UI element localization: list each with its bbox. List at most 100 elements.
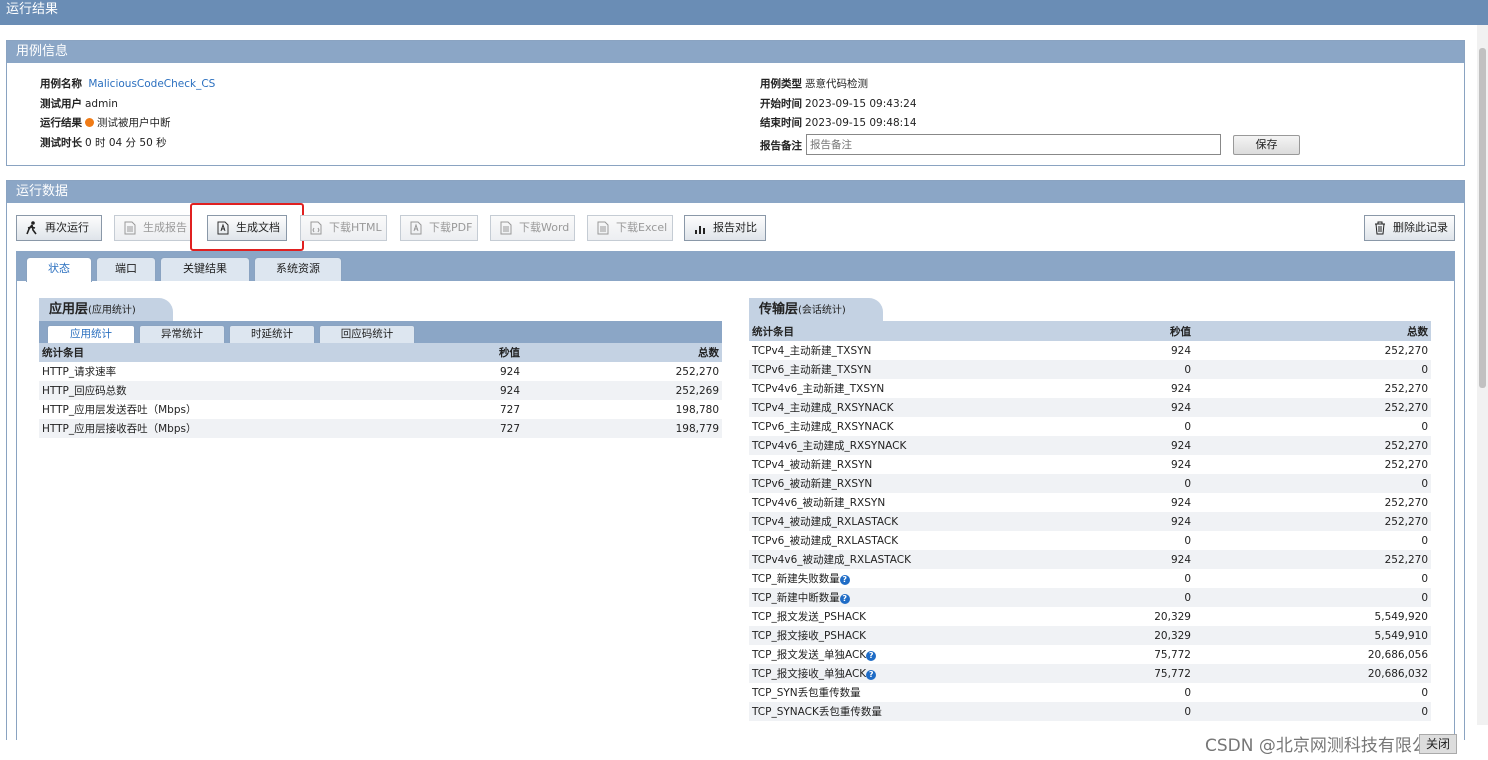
- table-cell: HTTP_应用层发送吞吐（Mbps）: [39, 400, 469, 419]
- delete-record-label: 删除此记录: [1393, 221, 1448, 234]
- table-row: TCPv4_被动建成_RXLASTACK 924 252,270: [749, 512, 1431, 531]
- row-item-name: HTTP_应用层发送吞吐（Mbps）: [42, 404, 197, 416]
- transport-layer-title: 传输层(会话统计): [749, 298, 883, 322]
- download-excel-label: 下载Excel: [616, 221, 668, 234]
- tab-port[interactable]: 端口: [96, 257, 156, 281]
- table-row: TCPv4_主动新建_TXSYN 924 252,270: [749, 341, 1431, 360]
- row-total-value: 20,686,032: [1367, 667, 1428, 680]
- trash-icon: [1375, 221, 1385, 235]
- row-total-value: 252,269: [675, 384, 719, 397]
- delete-record-button[interactable]: 删除此记录: [1364, 215, 1455, 241]
- app-layer-title-text: 应用层: [49, 302, 89, 317]
- compare-button[interactable]: 报告对比: [684, 215, 766, 241]
- row-item-name: TCP_报文发送_PSHACK: [752, 611, 867, 623]
- case-type-row: 用例类型 恶意代码检测: [760, 76, 868, 91]
- table-cell: 0: [1139, 417, 1194, 436]
- row-total-value: 5,549,920: [1374, 610, 1428, 623]
- case-name-link[interactable]: MaliciousCodeCheck_CS: [88, 78, 215, 90]
- word-file-icon: [500, 221, 512, 235]
- run-result-value: 测试被用户中断: [97, 117, 171, 129]
- row-item-name: HTTP_请求速率: [42, 366, 117, 378]
- subtab-app-stats[interactable]: 应用统计: [47, 325, 135, 343]
- row-total-value: 198,779: [675, 422, 719, 435]
- help-icon[interactable]: ?: [839, 594, 850, 604]
- download-pdf-button[interactable]: 下载PDF: [400, 215, 478, 241]
- help-icon[interactable]: ?: [839, 575, 850, 585]
- row-item-name: TCP_报文接收_单独ACK: [752, 668, 867, 680]
- end-time-row: 结束时间 2023-09-15 09:48:14: [760, 115, 917, 130]
- row-item-name: TCPv4_被动建成_RXLASTACK: [752, 516, 899, 528]
- table-cell: 20,686,056: [1194, 645, 1431, 664]
- subtab-error-stats[interactable]: 异常统计: [139, 325, 225, 343]
- help-icon[interactable]: ?: [866, 670, 877, 680]
- help-icon[interactable]: ?: [866, 651, 877, 661]
- table-cell: 924: [469, 362, 523, 381]
- download-html-label: 下载HTML: [329, 221, 382, 234]
- scrollbar-thumb[interactable]: [1479, 48, 1486, 388]
- table-cell: 0: [1194, 702, 1431, 721]
- tab-status[interactable]: 状态: [26, 257, 92, 282]
- save-button[interactable]: 保存: [1233, 135, 1300, 155]
- transport-layer-title-text: 传输层: [759, 302, 799, 317]
- row-per-sec-value: 727: [499, 403, 520, 416]
- subtab-latency-stats[interactable]: 时延统计: [229, 325, 315, 343]
- table-cell: 0: [1139, 569, 1194, 588]
- table-cell: 252,270: [1194, 341, 1431, 360]
- download-html-button[interactable]: 下载HTML: [300, 215, 387, 241]
- table-row: TCPv4_主动建成_RXSYNACK 924 252,270: [749, 398, 1431, 417]
- tab-key-results[interactable]: 关键结果: [160, 257, 250, 281]
- rerun-button[interactable]: 再次运行: [16, 215, 102, 241]
- remark-input[interactable]: [806, 134, 1221, 155]
- row-per-sec-value: 0: [1184, 420, 1191, 433]
- download-excel-button[interactable]: 下载Excel: [587, 215, 673, 241]
- status-dot-icon: [85, 118, 94, 127]
- row-item-name: TCPv4_主动建成_RXSYNACK: [752, 402, 894, 414]
- row-per-sec-value: 924: [1170, 515, 1191, 528]
- table-cell: TCP_SYNACK丢包重传数量: [749, 702, 1139, 721]
- transport-layer-table: 统计条目 秒值 总数 TCPv4_主动新建_TXSYN 924 252,270 TCP…: [749, 322, 1431, 721]
- table-header-row: 统计条目 秒值 总数: [39, 343, 722, 362]
- gen-report-button[interactable]: 生成报告: [114, 215, 191, 241]
- table-cell: 0: [1139, 683, 1194, 702]
- table-row: HTTP_请求速率 924 252,270: [39, 362, 722, 381]
- gen-report-label: 生成报告: [143, 221, 187, 234]
- table-cell: TCPv6_主动建成_RXSYNACK: [749, 417, 1139, 436]
- table-cell: HTTP_回应码总数: [39, 381, 469, 400]
- table-cell: 252,270: [1194, 455, 1431, 474]
- row-total-value: 252,270: [1384, 458, 1428, 471]
- table-cell: 924: [1139, 398, 1194, 417]
- watermark: CSDN @北京网测科技有限公司: [1205, 736, 1446, 756]
- row-item-name: TCPv4v6_主动建成_RXSYNACK: [752, 440, 907, 452]
- row-item-name: TCPv4v6_被动新建_RXSYN: [752, 497, 886, 509]
- table-row: HTTP_应用层接收吞吐（Mbps） 727 198,779: [39, 419, 722, 438]
- table-cell: TCPv4_主动建成_RXSYNACK: [749, 398, 1139, 417]
- table-cell: HTTP_应用层接收吞吐（Mbps）: [39, 419, 469, 438]
- row-per-sec-value: 924: [1170, 401, 1191, 414]
- table-cell: 0: [1139, 360, 1194, 379]
- column-header-item: 统计条目: [39, 343, 469, 362]
- row-item-name: TCP_SYNACK丢包重传数量: [752, 706, 882, 718]
- table-cell: 5,549,910: [1194, 626, 1431, 645]
- column-header-per-sec: 秒值: [469, 343, 523, 362]
- table-cell: 0: [1194, 569, 1431, 588]
- tab-system-resources[interactable]: 系统资源: [254, 257, 342, 281]
- table-cell: TCPv4v6_主动建成_RXSYNACK: [749, 436, 1139, 455]
- table-cell: 252,269: [523, 381, 722, 400]
- subtab-response-code-stats[interactable]: 回应码统计: [319, 325, 415, 343]
- row-item-name: TCPv4_被动新建_RXSYN: [752, 459, 873, 471]
- table-cell: TCP_SYN丢包重传数量: [749, 683, 1139, 702]
- table-cell: 252,270: [1194, 512, 1431, 531]
- app-layer-table: 统计条目 秒值 总数 HTTP_请求速率 924 252,270 HTTP_回应码总数…: [39, 343, 722, 438]
- download-word-button[interactable]: 下载Word: [490, 215, 575, 241]
- row-item-name: TCPv4v6_被动建成_RXLASTACK: [752, 554, 911, 566]
- table-cell: 924: [1139, 341, 1194, 360]
- table-cell: TCPv6_被动新建_RXSYN: [749, 474, 1139, 493]
- row-item-name: TCP_报文发送_单独ACK: [752, 649, 867, 661]
- close-button[interactable]: 关闭: [1419, 734, 1457, 754]
- table-cell: 20,329: [1139, 607, 1194, 626]
- table-row: TCPv6_主动建成_RXSYNACK 0 0: [749, 417, 1431, 436]
- case-name-row: 用例名称 MaliciousCodeCheck_CS: [40, 76, 215, 91]
- row-item-name: TCP_报文接收_PSHACK: [752, 630, 867, 642]
- table-row: TCP_SYNACK丢包重传数量 0 0: [749, 702, 1431, 721]
- table-cell: TCPv4_主动新建_TXSYN: [749, 341, 1139, 360]
